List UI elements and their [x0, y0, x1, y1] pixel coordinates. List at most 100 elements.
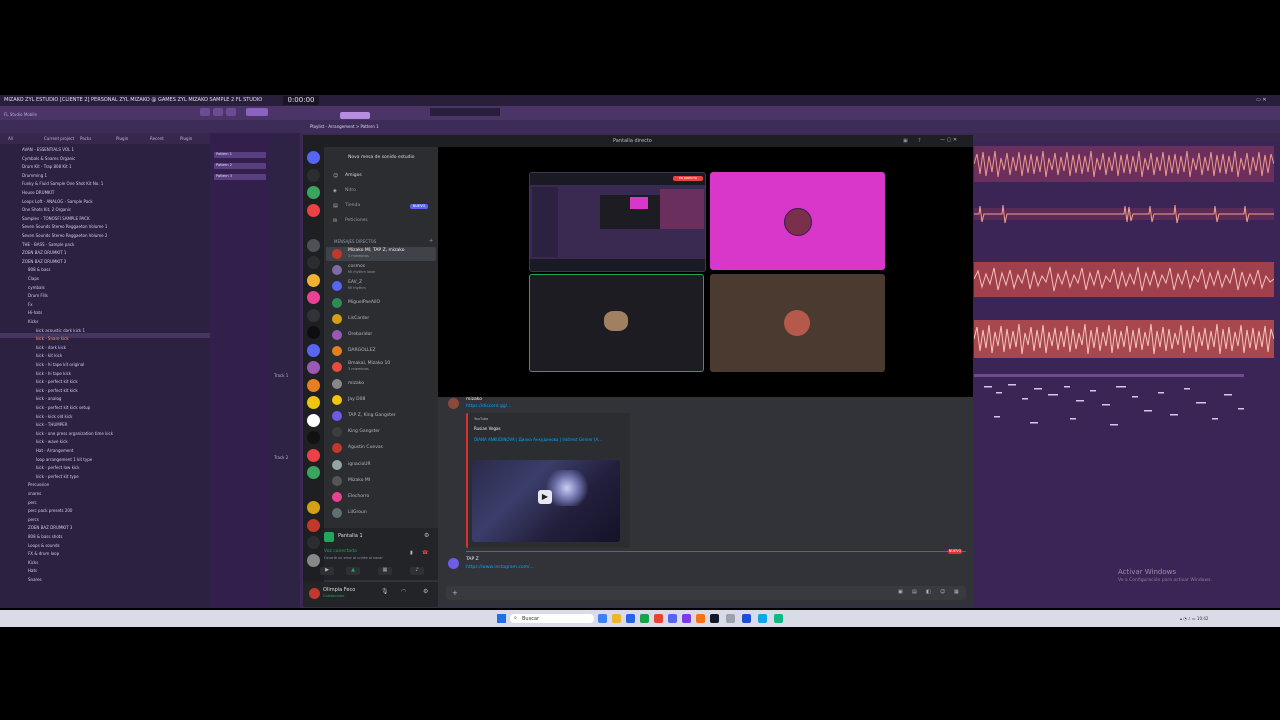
dm-row[interactable]	[326, 458, 436, 472]
server-icon[interactable]	[307, 413, 320, 427]
play-button[interactable]	[200, 108, 210, 116]
inbox-icon[interactable]: ▣	[903, 138, 908, 144]
message-input[interactable]: + ▣ ▤ ◧ ☺ ▦	[446, 586, 966, 600]
browser-item[interactable]: Kicks	[28, 319, 38, 324]
fl-studio-taskbar-icon[interactable]	[682, 614, 691, 623]
browser-item[interactable]: kick - kick old kick	[36, 414, 72, 419]
browser-item[interactable]: kick - kit kick	[36, 353, 62, 358]
browser-item[interactable]: Seven Sounds Stereo Reggaeton Volume 1	[22, 224, 107, 229]
dm-row[interactable]	[326, 279, 436, 293]
participant-tile[interactable]	[710, 274, 885, 372]
activities-button[interactable]: ▦	[378, 567, 392, 575]
browser-item[interactable]: ZOEN BAZ DRUMKIT 2	[22, 259, 66, 264]
browser-item[interactable]: Kicks	[28, 560, 38, 565]
browser-item[interactable]: perc pack presets 200	[28, 508, 72, 513]
server-icon[interactable]	[307, 431, 320, 444]
audio-clip-2[interactable]	[974, 200, 1274, 228]
discord-taskbar-icon[interactable]	[668, 614, 677, 623]
task-view-icon[interactable]	[598, 614, 607, 623]
play-icon[interactable]: ▶	[538, 490, 552, 504]
browser-item[interactable]: Hats	[28, 568, 37, 573]
browser-item[interactable]: percs	[28, 517, 39, 522]
add-attachment-icon[interactable]: +	[452, 589, 458, 597]
browser-item[interactable]: Fx	[28, 302, 33, 307]
browser-item[interactable]: kick - analog	[36, 396, 61, 401]
dm-row[interactable]	[326, 296, 436, 310]
message-author[interactable]: TAP Z	[466, 557, 479, 562]
channel-pattern-block[interactable]: Pattern 3	[214, 174, 266, 180]
browser-item[interactable]: One Shots Kit, 2 Organic	[22, 207, 71, 212]
server-icon[interactable]	[307, 536, 320, 549]
file-explorer-icon[interactable]	[612, 614, 621, 623]
window-controls[interactable]: ▭ ✕	[1256, 97, 1274, 103]
app-icon[interactable]	[696, 614, 705, 623]
voice-settings-icon[interactable]: ⚙	[424, 532, 429, 539]
server-icon[interactable]	[307, 378, 320, 392]
server-icon[interactable]	[307, 168, 320, 182]
tempo-display[interactable]	[246, 108, 268, 116]
store-icon[interactable]	[626, 614, 635, 623]
server-icon[interactable]	[307, 466, 320, 479]
browser-item[interactable]: cymbals	[28, 285, 45, 290]
browser-item[interactable]: kick - one press organization time kick	[36, 431, 113, 436]
browser-item[interactable]: Loops Loft - ANALOG - Sample Pack	[22, 199, 93, 204]
browser-item[interactable]: kick - THUMPER	[36, 422, 67, 427]
nav-nitro[interactable]: Nitro	[345, 188, 356, 193]
browser-item[interactable]: kick - perfect kit kick setup	[36, 405, 90, 410]
browser-tab[interactable]: Recent	[150, 136, 164, 141]
browser-item[interactable]: FX & drum loop	[28, 551, 59, 556]
start-icon[interactable]	[497, 614, 506, 623]
dm-row[interactable]	[326, 490, 436, 504]
participant-tile-speaking[interactable]	[529, 274, 704, 372]
browser-item[interactable]: House DRUMKIT	[22, 190, 54, 195]
stop-button[interactable]	[213, 108, 223, 116]
server-icon[interactable]	[307, 361, 320, 374]
browser-item[interactable]: Funky & Fluid Sample One Shot Kit No. 1	[22, 181, 103, 186]
dm-row[interactable]	[326, 344, 436, 358]
app-icon[interactable]	[710, 614, 719, 623]
server-icon[interactable]	[307, 273, 320, 287]
apps-icon[interactable]: ▦	[954, 589, 959, 595]
channel-pattern-block[interactable]: Pattern 1	[214, 152, 266, 158]
add-dm-icon[interactable]: +	[429, 238, 433, 244]
dm-row[interactable]	[326, 312, 436, 326]
browser-item[interactable]: kick - Snare kick	[36, 336, 69, 341]
direct-messages-icon[interactable]	[307, 151, 320, 164]
voice-channel-name[interactable]: Pantalla 1	[338, 533, 363, 539]
server-icon[interactable]	[307, 501, 320, 514]
server-icon[interactable]	[307, 448, 320, 462]
disconnect-icon[interactable]: ☎	[422, 550, 428, 556]
browser-item[interactable]: kick - perfect low kick	[36, 465, 80, 470]
browser-item[interactable]: Drumming 1	[22, 173, 47, 178]
browser-item[interactable]: Drum Fills	[28, 293, 48, 298]
browser-item[interactable]: kick - hi tape kit original	[36, 362, 84, 367]
emoji-icon[interactable]: ☺	[940, 589, 945, 595]
video-thumbnail[interactable]: ▶	[472, 460, 620, 542]
browser-item[interactable]: ZOEN BAZ DRUMKIT 3	[28, 525, 72, 530]
audio-clip-4[interactable]	[974, 320, 1274, 358]
message-link[interactable]: https://www.instagram.com/...	[466, 565, 534, 570]
browser-item[interactable]: THE - BASS - Sample pack	[22, 242, 74, 247]
browser-tab[interactable]: Plugin	[180, 136, 192, 141]
browser-tab[interactable]: All	[8, 136, 13, 141]
dm-row[interactable]	[326, 425, 436, 439]
avatar[interactable]	[448, 398, 459, 409]
browser-item[interactable]: kick - hi tape kick	[36, 371, 71, 376]
help-icon[interactable]: ?	[918, 138, 921, 144]
record-button[interactable]	[226, 108, 236, 116]
browser-item[interactable]: ZOEN BAZ DRUMKIT 1	[22, 250, 66, 255]
headset-icon[interactable]: ◠	[401, 588, 406, 595]
browser-tab[interactable]: Packs	[80, 136, 91, 141]
chrome-icon[interactable]	[654, 614, 663, 623]
server-icon[interactable]	[307, 483, 320, 497]
pattern-selector[interactable]	[340, 112, 370, 119]
app-icon[interactable]	[774, 614, 783, 623]
browser-item[interactable]: kick - perfect kit type	[36, 474, 79, 479]
dm-row[interactable]	[326, 328, 436, 342]
channel-pattern-block[interactable]: Pattern 2	[214, 163, 266, 169]
nav-friends[interactable]: Amigos	[345, 173, 362, 178]
screen-share-tile[interactable]: EN DIRECTO	[529, 172, 706, 272]
browser-item[interactable]: loop arrangement 1 kit type	[36, 457, 92, 462]
browser-item[interactable]: Drum Kit - Trap 808 Kit 1	[22, 164, 72, 169]
browser-tab[interactable]: Plugin	[116, 136, 128, 141]
